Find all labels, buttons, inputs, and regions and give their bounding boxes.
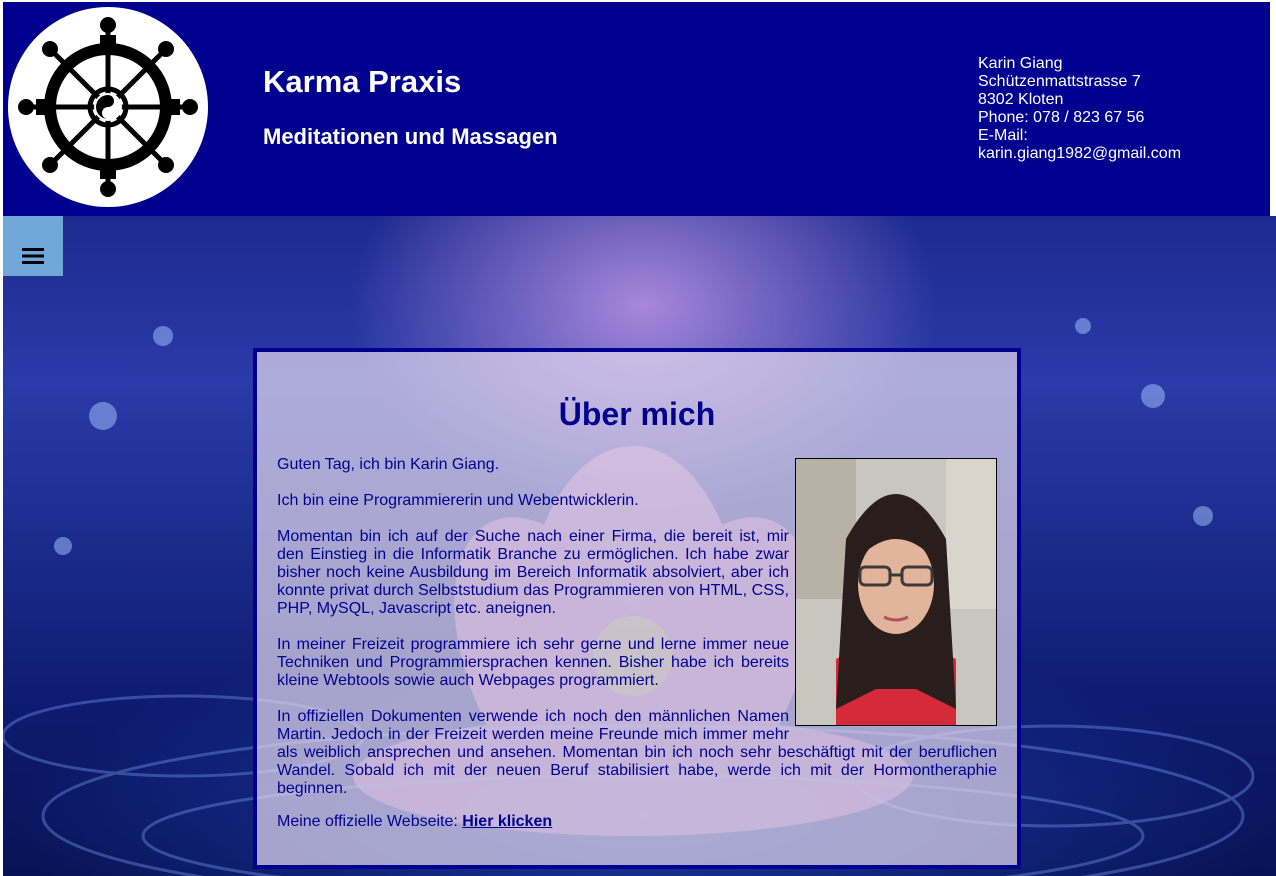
about-section: Über mich Guten Tag, ich bin Karin Giang… xyxy=(253,348,1021,869)
contact-info: Karin Giang Schützenmattstrasse 7 8302 K… xyxy=(978,55,1181,163)
contact-name: Karin Giang xyxy=(978,55,1063,72)
website-link[interactable]: Hier klicken xyxy=(462,813,552,830)
contact-city: 8302 Kloten xyxy=(978,91,1064,108)
site-subtitle: Meditationen und Massagen xyxy=(263,124,558,149)
about-title: Über mich xyxy=(558,396,716,432)
profile-photo xyxy=(795,458,997,726)
contact-email: karin.giang1982@gmail.com xyxy=(978,145,1182,162)
site-header: Karma Praxis Meditationen und Massagen K… xyxy=(3,2,1270,216)
hamburger-menu-icon xyxy=(22,248,44,264)
about-text: Guten Tag, ich bin Karin Giang. Ich bin … xyxy=(277,456,997,816)
page: Karma Praxis Meditationen und Massagen K… xyxy=(0,0,1276,876)
website-label: Meine offizielle Webseite: xyxy=(277,813,458,830)
dharma-wheel-icon xyxy=(8,7,208,207)
website-line: Meine offizielle Webseite: Hier klicken xyxy=(277,813,552,831)
menu-button[interactable] xyxy=(3,216,63,276)
contact-email-label: E-Mail: xyxy=(978,127,1028,144)
contact-phone: Phone: 078 / 823 67 56 xyxy=(978,109,1145,126)
site-title: Karma Praxis xyxy=(263,64,462,99)
contact-street: Schützenmattstrasse 7 xyxy=(978,73,1141,90)
